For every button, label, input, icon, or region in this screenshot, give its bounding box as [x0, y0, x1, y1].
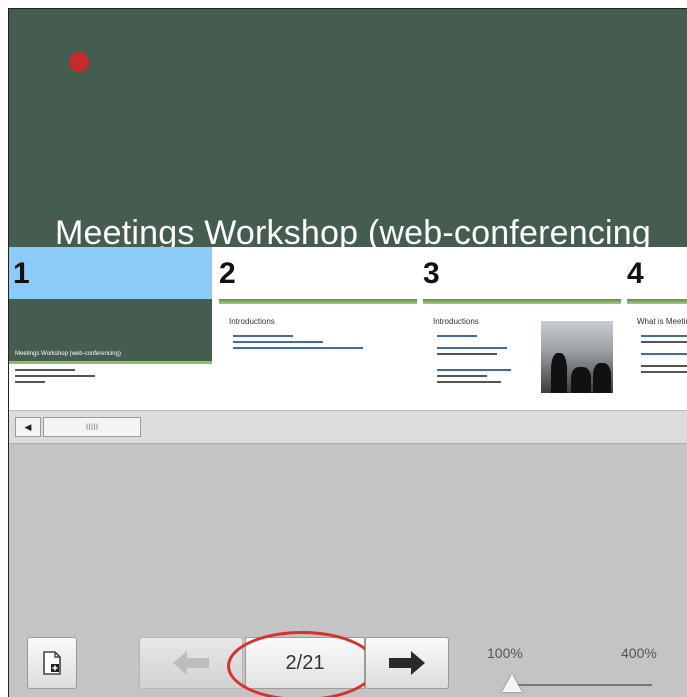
slide-thumbnail-strip: 1 Meetings Workshop (web-conferencing) 2…	[9, 247, 687, 410]
slide-thumbnail-4[interactable]: 4 What is Meetings	[623, 247, 687, 410]
thumbnail-header: Introductions	[433, 317, 479, 326]
thumbnail-preview: Meetings Workshop (web-conferencing)	[9, 299, 212, 407]
annotation-circle	[227, 631, 377, 697]
selected-highlight	[9, 247, 212, 299]
zoom-slider-handle[interactable]	[502, 674, 522, 692]
add-slide-button[interactable]	[27, 637, 77, 689]
slide-thumbnail-2[interactable]: 2 Introductions	[215, 247, 418, 410]
arrow-right-icon	[389, 651, 425, 675]
thumbnail-number: 3	[423, 257, 440, 290]
arrow-left-icon	[173, 651, 209, 675]
thumbnail-number: 2	[219, 257, 236, 290]
thumbnail-preview: Introductions	[219, 299, 417, 407]
slide-thumbnail-1[interactable]: 1 Meetings Workshop (web-conferencing)	[9, 247, 212, 410]
thumbnail-preview: What is Meetings	[627, 299, 687, 407]
zoom-slider-track[interactable]	[512, 684, 652, 686]
thumbnail-preview: Introductions	[423, 299, 621, 407]
presenter-photo	[541, 321, 613, 393]
add-page-icon	[43, 651, 61, 675]
title-dot	[69, 52, 89, 72]
thumbnail-header: What is Meetings	[637, 317, 687, 326]
presentation-viewer: Meetings Workshop (web-conferencing 1 Me…	[8, 8, 687, 697]
thumbnail-header: Introductions	[229, 317, 275, 326]
thumbnail-number: 1	[13, 257, 30, 290]
scroll-left-arrow-icon[interactable]: ◀	[15, 417, 41, 437]
current-slide: Meetings Workshop (web-conferencing	[9, 9, 687, 247]
scrollbar-thumb[interactable]: IIIII	[43, 417, 141, 437]
thumbnail-title: Meetings Workshop (web-conferencing)	[15, 351, 121, 357]
zoom-max-label: 400%	[621, 645, 657, 661]
current-slide-title: Meetings Workshop (web-conferencing	[55, 214, 651, 247]
zoom-min-label: 100%	[487, 645, 523, 661]
next-slide-button[interactable]	[365, 637, 449, 689]
thumbnail-scrollbar[interactable]: ◀ IIIII	[9, 410, 687, 444]
slide-thumbnail-3[interactable]: 3 Introductions	[419, 247, 622, 410]
thumbnail-number: 4	[627, 257, 644, 290]
